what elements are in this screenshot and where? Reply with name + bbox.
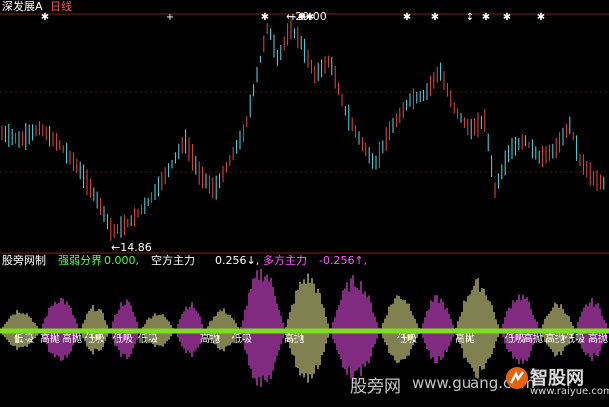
field-bear-value: 0.256↓, (215, 254, 260, 267)
buy-low-tag: 低吸 (565, 334, 585, 345)
buy-low-tag: 低吸 (113, 334, 133, 345)
signal-marker-icon: ✱ (403, 12, 411, 23)
sell-high-tag: 高抛 (200, 334, 220, 345)
field-bull-label: 多方主力 (263, 254, 307, 267)
sell-high-tag: 高抛 (545, 334, 565, 345)
buy-low-tag: 低吸 (138, 334, 158, 345)
signal-marker-icon: ✱ (261, 12, 269, 23)
sell-high-tag: 高抛 (523, 334, 543, 345)
buy-low-tag: 低吸 (85, 334, 105, 345)
signal-marker-icon: ✱ (503, 12, 511, 23)
signal-marker-icon: ✱ (537, 12, 545, 23)
buy-low-tag: 低吸 (14, 334, 34, 345)
watermark-site: 股旁网 (350, 377, 401, 397)
buy-low-tag: 低吸 (232, 334, 252, 345)
indicator-name: 股旁网制 (2, 254, 46, 267)
sell-high-tag: 高抛 (62, 334, 82, 345)
sell-high-tag: 高抛 (455, 334, 475, 345)
sell-high-tag: 高抛 (40, 334, 60, 345)
low-price-label: ←14.86 (111, 241, 152, 254)
brand-logo-icon (506, 367, 528, 389)
field-bull-value: -0.256↑, (319, 254, 368, 267)
buy-low-tag: 低吸 (505, 334, 525, 345)
signal-marker-icon: ✱ (41, 12, 49, 23)
signal-marker-icon: ✱ (431, 12, 439, 23)
signal-marker-icon: + (166, 12, 174, 23)
buy-low-tag: 低吸 (397, 334, 417, 345)
candlestick-series (1, 18, 605, 241)
signal-marker-icon: ✱ (482, 12, 490, 23)
signal-marker-icon: ↕ (466, 12, 474, 23)
watermark-url-1: www.gu (412, 374, 472, 392)
field-strength-value: 0.000, (104, 254, 139, 267)
sell-high-tag: 高抛 (284, 334, 304, 345)
brand-url: www.raiyue.com (530, 386, 609, 397)
sell-high-tag: 高抛 (588, 334, 608, 345)
high-price-label: ←29.00 (286, 10, 327, 23)
stock-title: 深发展A (2, 0, 43, 13)
field-bear-label: 空方主力 (151, 254, 195, 267)
field-strength-label: 强弱分界 (58, 254, 102, 267)
period-label[interactable]: 日线 (50, 0, 72, 13)
